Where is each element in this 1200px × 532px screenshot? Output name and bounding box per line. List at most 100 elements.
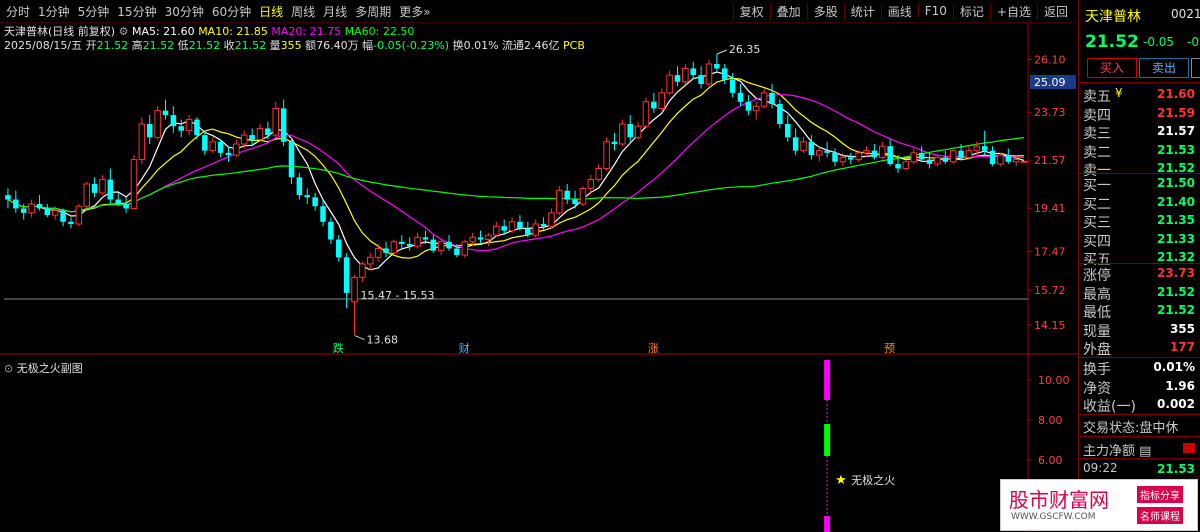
candle-body-46 xyxy=(367,256,374,265)
period-tab-1[interactable]: 1分钟 xyxy=(38,3,70,20)
candle-110 xyxy=(871,144,878,160)
toolbar-button-8[interactable]: 返回 xyxy=(1036,2,1074,20)
candle-body-43 xyxy=(343,257,350,293)
candle-16 xyxy=(130,155,138,209)
candle-body-0 xyxy=(5,195,11,200)
candle-32 xyxy=(256,124,264,142)
candle-67 xyxy=(532,219,539,238)
sub-chart-title: ⊙ 无极之火副图 xyxy=(4,362,83,375)
sell-button[interactable]: 卖出 xyxy=(1139,58,1189,78)
candle-19 xyxy=(154,106,161,140)
candle-body-125 xyxy=(989,150,996,164)
candle-125 xyxy=(989,146,996,167)
candle-body-28 xyxy=(225,152,232,156)
candle-88 xyxy=(698,66,704,89)
candle-body-47 xyxy=(374,247,382,258)
toolbar-button-0[interactable]: 复权 xyxy=(732,2,770,20)
bid-1: 买一 21.50 xyxy=(1079,175,1200,194)
candle-17 xyxy=(138,117,146,164)
candle-100 xyxy=(792,128,799,156)
buy-button[interactable]: 买入 xyxy=(1087,58,1137,78)
period-tab-4[interactable]: 30分钟 xyxy=(165,3,204,20)
candle-body-45 xyxy=(359,263,366,278)
watermark-tag2: 名师课程 xyxy=(1137,507,1183,524)
bid-2-label: 买二 xyxy=(1083,196,1111,213)
stock-name: 天津普林 xyxy=(1085,9,1141,25)
stat-1: 最高 21.52 xyxy=(1079,284,1200,303)
candle-8 xyxy=(68,217,74,229)
candle-103 xyxy=(816,146,823,162)
candle-body-129 xyxy=(1020,160,1028,163)
stat2-0-label: 换手 xyxy=(1083,362,1111,378)
toolbar-button-3[interactable]: 统计 xyxy=(843,2,881,20)
candle-49 xyxy=(390,239,398,256)
candle-body-63 xyxy=(501,226,507,231)
candle-52 xyxy=(414,232,421,249)
ask-3: 卖三 21.57 xyxy=(1079,123,1200,142)
candle-body-102 xyxy=(808,141,815,156)
main-flow[interactable]: 主力净额 ▤ xyxy=(1079,440,1200,459)
period-tab-7[interactable]: 周线 xyxy=(291,3,315,20)
period-tab-3[interactable]: 15分钟 xyxy=(117,3,156,20)
stat-3-value: 355 xyxy=(1169,321,1195,336)
price-change-pct: -0.2 xyxy=(1187,35,1200,49)
candle-69 xyxy=(548,208,555,229)
candle-body-68 xyxy=(540,224,547,227)
toolbar-button-4[interactable]: 画线 xyxy=(880,2,918,20)
candle-105 xyxy=(832,148,838,167)
candle-body-39 xyxy=(312,197,318,207)
stat-3: 现量 355 xyxy=(1079,321,1200,340)
toolbar-button-5[interactable]: F10 xyxy=(917,4,953,18)
candle-body-16 xyxy=(130,159,138,209)
candle-body-13 xyxy=(107,179,114,200)
toolbar-button-2[interactable]: 多股 xyxy=(806,2,844,20)
trade-state: 交易状态:盘中休 xyxy=(1079,417,1200,436)
stock-code: 002134 xyxy=(1171,7,1200,21)
main-flow-label: 主力净额 ▤ xyxy=(1083,444,1152,459)
period-tab-0[interactable]: 分时 xyxy=(6,3,30,20)
sub-y-label-2: 6.00 xyxy=(1038,454,1063,467)
bid-3-label: 买三 xyxy=(1083,215,1111,231)
candle-body-93 xyxy=(737,92,744,102)
sub-y-label-1: 8.00 xyxy=(1038,414,1063,427)
period-tab-10[interactable]: 更多» xyxy=(399,3,430,20)
candle-83 xyxy=(658,88,665,111)
tick-row: 09:22 21.53 xyxy=(1079,461,1200,479)
candle-body-26 xyxy=(209,141,216,152)
panel-divider xyxy=(1079,173,1200,174)
candle-body-116 xyxy=(918,152,925,160)
period-tab-6[interactable]: 日线 xyxy=(259,3,283,20)
ask-mark: ¥ xyxy=(1115,86,1123,100)
ohlc-legend: 2025/08/15/五 开21.52 高21.52 低21.52 收21.52… xyxy=(4,39,585,52)
candle-body-127 xyxy=(1005,155,1012,162)
candle-body-85 xyxy=(674,75,681,82)
toolbar-button-6[interactable]: 标记 xyxy=(952,2,990,20)
candlesticks xyxy=(5,54,1028,336)
toolbar-button-1[interactable]: 叠加 xyxy=(769,2,807,20)
period-tab-2[interactable]: 5分钟 xyxy=(78,3,110,20)
candle-body-100 xyxy=(792,137,799,151)
candle-body-112 xyxy=(887,146,893,164)
stat-2-label: 最低 xyxy=(1083,305,1111,321)
toolbar-button-7[interactable]: +自选 xyxy=(989,2,1037,20)
candle-body-57 xyxy=(454,248,460,256)
candle-42 xyxy=(336,235,342,262)
event-marker-0: 跌 xyxy=(333,341,344,355)
candle-7 xyxy=(60,208,66,227)
candle-body-98 xyxy=(777,104,783,124)
period-tab-9[interactable]: 多周期 xyxy=(355,3,391,20)
stat-0: 涨停 23.73 xyxy=(1079,265,1200,284)
period-tab-8[interactable]: 月线 xyxy=(323,3,347,20)
candle-body-56 xyxy=(446,241,452,249)
candle-body-67 xyxy=(532,223,539,236)
candle-body-51 xyxy=(406,244,413,247)
more-square-button[interactable] xyxy=(1191,58,1200,78)
candle-72 xyxy=(572,190,578,209)
y-tick-label-1: 23.73 xyxy=(1034,106,1066,119)
ma60-line xyxy=(7,137,1025,213)
period-tab-5[interactable]: 60分钟 xyxy=(212,3,251,20)
candle-body-90 xyxy=(714,64,720,69)
kline-chart[interactable]: 26.35 13.68 15.47 - 15.53 26.10 23.73 21.57 1… xyxy=(0,22,1078,532)
tick-price: 21.53 xyxy=(1157,462,1195,476)
candle-41 xyxy=(328,217,334,244)
